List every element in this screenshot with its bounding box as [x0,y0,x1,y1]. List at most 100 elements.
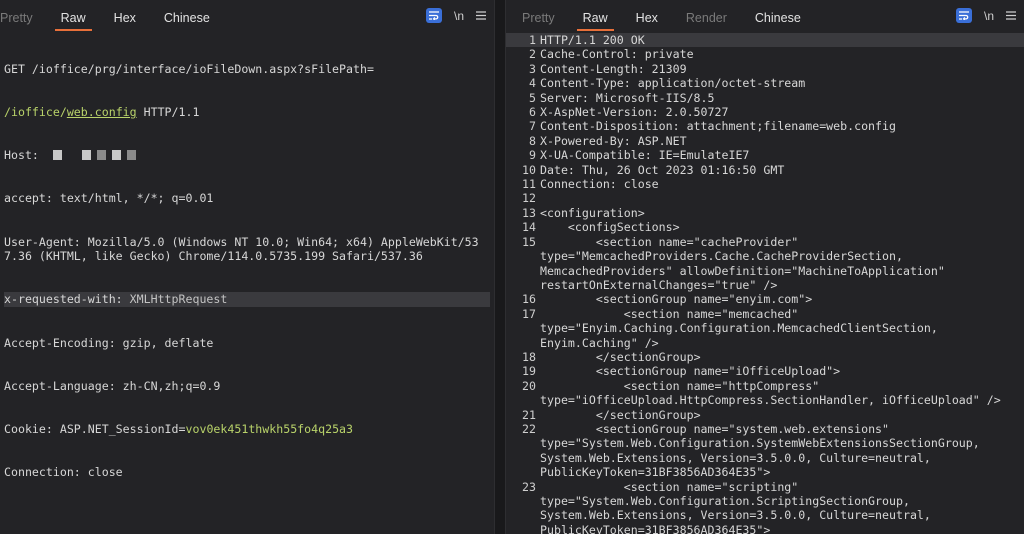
line-text: HTTP/1.1 200 OK [540,33,1024,48]
response-line: 3 Content-Length: 21309 [506,62,1024,76]
line-number: 21 [522,407,536,422]
response-line: 10 Date: Thu, 26 Oct 2023 01:16:50 GMT [506,163,1024,177]
menu-icon[interactable] [1006,9,1016,23]
line-number: 19 [522,364,536,379]
line-text: Date: Thu, 26 Oct 2023 01:16:50 GMT [540,162,785,177]
response-line: 1 HTTP/1.1 200 OK [506,33,1024,48]
line-number: 1 [529,33,536,47]
line-number: 17 [522,306,536,321]
response-line: 2 Cache-Control: private [506,47,1024,61]
connection-header: Connection: close [4,465,123,480]
response-line: 20 <section name="httpCompress" type="iO… [506,379,1024,408]
request-tab-pretty[interactable]: Pretty [0,0,47,33]
line-text: <sectionGroup name="iOfficeUpload"> [540,364,841,379]
line-number: 6 [529,105,536,120]
line-text: <section name="cacheProvider" type="Memc… [540,234,945,292]
wrap-lines-icon[interactable] [955,8,972,23]
response-line: 14 <configSections> [506,220,1024,234]
line-text: Server: Microsoft-IIS/8.5 [540,90,715,105]
menu-icon[interactable] [476,9,486,23]
line-text: X-Powered-By: ASP.NET [540,133,687,148]
line-number: 5 [529,90,536,105]
redacted-block [126,150,136,161]
request-line: GET /ioffice/prg/interface/ioFileDown.as… [4,61,374,76]
response-line: 19 <sectionGroup name="iOfficeUpload"> [506,364,1024,378]
host-header: Host: [4,148,490,162]
line-text: Connection: close [540,177,659,192]
request-tabs: Pretty Raw Hex Chinese \n [0,0,494,33]
redacted-block [111,150,121,161]
wrap-lines-icon[interactable] [425,8,442,23]
response-line: 15 <section name="cacheProvider" type="M… [506,235,1024,293]
line-number: 9 [529,148,536,163]
response-tab-pretty[interactable]: Pretty [506,0,569,33]
response-tabs: Pretty Raw Hex Render Chinese \n [506,0,1024,33]
newline-toggle-button[interactable]: \n [984,9,994,23]
line-text: Content-Disposition: attachment;filename… [540,119,896,134]
line-number: 2 [529,47,536,62]
response-toolbar: \n [955,8,1016,23]
line-text: Cache-Control: private [540,47,694,62]
request-line-path: /ioffice/web.config HTTP/1.1 [4,105,200,120]
line-number: 7 [529,119,536,134]
line-number: 3 [529,61,536,76]
redacted-block [81,150,91,161]
response-tab-render[interactable]: Render [672,0,741,33]
line-text: <section name="httpCompress" type="iOffi… [540,378,1001,408]
response-line: 13 <configuration> [506,206,1024,220]
response-line: 23 <section name="scripting" type="Syste… [506,480,1024,534]
pane-splitter[interactable] [494,0,506,534]
line-number: 4 [529,76,536,91]
line-number: 16 [522,292,536,307]
response-line: 18 </sectionGroup> [506,350,1024,364]
line-number: 15 [522,234,536,249]
line-text: Content-Length: 21309 [540,61,687,76]
line-text: <section name="scripting" type="System.W… [540,479,931,534]
request-tab-chinese[interactable]: Chinese [150,0,224,33]
response-editor[interactable]: 1 HTTP/1.1 200 OK 2 Cache-Control: private 3… [506,33,1024,534]
line-text: </sectionGroup> [540,349,701,364]
response-line: 7 Content-Disposition: attachment;filenam… [506,119,1024,133]
response-tab-chinese[interactable]: Chinese [741,0,815,33]
response-line: 16 <sectionGroup name="enyim.com"> [506,292,1024,306]
response-pane: Pretty Raw Hex Render Chinese \n 1 HTTP/1… [506,0,1024,534]
request-editor[interactable]: GET /ioffice/prg/interface/ioFileDown.as… [0,33,494,508]
request-tab-raw[interactable]: Raw [47,0,100,33]
request-pane: Pretty Raw Hex Chinese \n GET /ioffice/p… [0,0,494,534]
redacted-block [96,150,106,161]
response-line: 6 X-AspNet-Version: 2.0.50727 [506,105,1024,119]
response-tab-raw[interactable]: Raw [569,0,622,33]
line-number: 18 [522,349,536,364]
line-number: 22 [522,421,536,436]
line-number: 8 [529,133,536,148]
response-line: 21 </sectionGroup> [506,408,1024,422]
line-number: 10 [522,162,536,177]
response-tab-hex[interactable]: Hex [622,0,672,33]
line-text: <section name="memcached" type="Enyim.Ca… [540,306,938,350]
line-text: Content-Type: application/octet-stream [540,76,806,91]
response-line: 8 X-Powered-By: ASP.NET [506,134,1024,148]
response-line: 4 Content-Type: application/octet-stream [506,76,1024,90]
response-line: 9 X-UA-Compatible: IE=EmulateIE7 [506,148,1024,162]
line-number: 12 [522,191,536,206]
x-requested-with-header: x-requested-with: XMLHttpRequest [4,292,490,307]
line-number: 11 [522,177,536,192]
response-line: 5 Server: Microsoft-IIS/8.5 [506,91,1024,105]
line-number: 13 [522,205,536,220]
line-text: </sectionGroup> [540,407,701,422]
request-tab-hex[interactable]: Hex [100,0,150,33]
line-text: <sectionGroup name="system.web.extension… [540,421,980,480]
line-text: X-UA-Compatible: IE=EmulateIE7 [540,148,750,163]
accept-language-header: Accept-Language: zh-CN,zh;q=0.9 [4,378,221,393]
newline-toggle-button[interactable]: \n [454,9,464,23]
request-toolbar: \n [425,8,486,23]
line-text: <configSections> [540,220,680,235]
response-line: 22 <sectionGroup name="system.web.extens… [506,422,1024,480]
line-text: X-AspNet-Version: 2.0.50727 [540,105,729,120]
line-number: 23 [522,479,536,494]
response-line: 11 Connection: close [506,177,1024,191]
line-number: 14 [522,220,536,235]
line-text: <configuration> [540,205,645,220]
accept-header: accept: text/html, */*; q=0.01 [4,191,214,206]
user-agent-header: User-Agent: Mozilla/5.0 (Windows NT 10.0… [4,234,479,264]
